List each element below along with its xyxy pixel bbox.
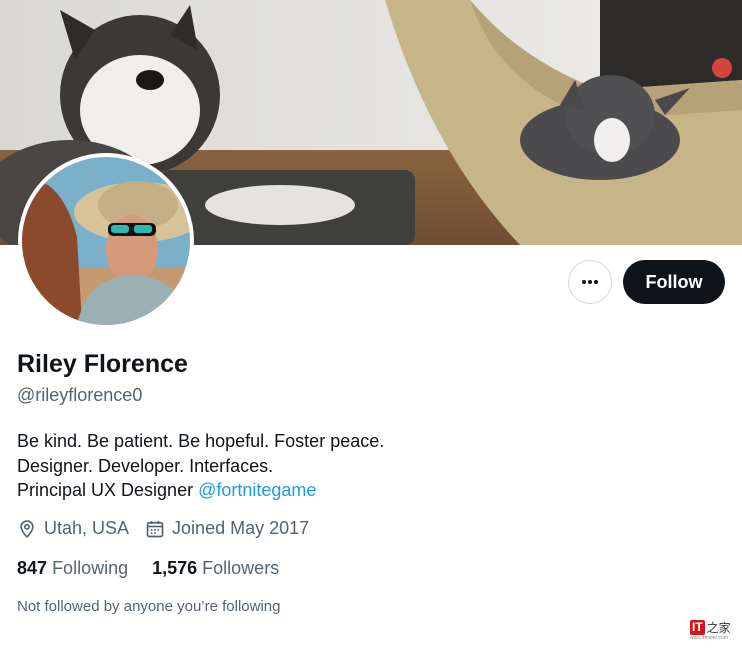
profile-bio: Be kind. Be patient. Be hopeful. Foster … <box>17 429 384 503</box>
user-handle: @rileyflorence0 <box>17 385 143 405</box>
watermark-text: 之家 <box>706 621 731 635</box>
following-link[interactable]: 847 Following <box>17 558 128 579</box>
following-label: Following <box>52 558 129 578</box>
follow-counts: 847 Following 1,576 Followers <box>17 558 303 579</box>
profile-meta: Utah, USA Joined May 2017 <box>17 518 325 539</box>
watermark: IT 之家 www.ithome.com <box>690 619 731 641</box>
followers-label: Followers <box>202 558 280 578</box>
joined-item: Joined May 2017 <box>145 518 309 539</box>
followers-link[interactable]: 1,576 Followers <box>152 558 279 579</box>
followers-count: 1,576 <box>152 558 198 578</box>
follow-button[interactable]: Follow <box>623 260 725 304</box>
bio-line-text: Principal UX Designer <box>17 480 199 500</box>
calendar-icon <box>146 520 164 537</box>
avatar[interactable] <box>18 153 194 329</box>
bio-line: Be kind. Be patient. Be hopeful. Foster … <box>17 431 385 451</box>
watermark-logo: IT <box>690 620 705 635</box>
watermark-url: www.ithome.com <box>690 635 728 641</box>
avatar-image <box>22 157 190 325</box>
not-followed-notice: Not followed by anyone you’re following <box>17 598 281 615</box>
more-horizontal-icon <box>582 280 598 284</box>
display-name: Riley Florence <box>17 350 188 378</box>
bio-line: Principal UX Designer @fortnitegame <box>17 478 384 503</box>
mention-link[interactable]: @fortnitegame <box>198 480 316 500</box>
joined-text: Joined May 2017 <box>172 518 310 538</box>
location-text: Utah, USA <box>44 518 130 538</box>
following-count: 847 <box>17 558 48 578</box>
bio-line: Designer. Developer. Interfaces. <box>17 455 274 476</box>
more-button[interactable] <box>568 260 612 304</box>
location-item: Utah, USA <box>17 518 129 539</box>
location-pin-icon <box>20 519 34 538</box>
